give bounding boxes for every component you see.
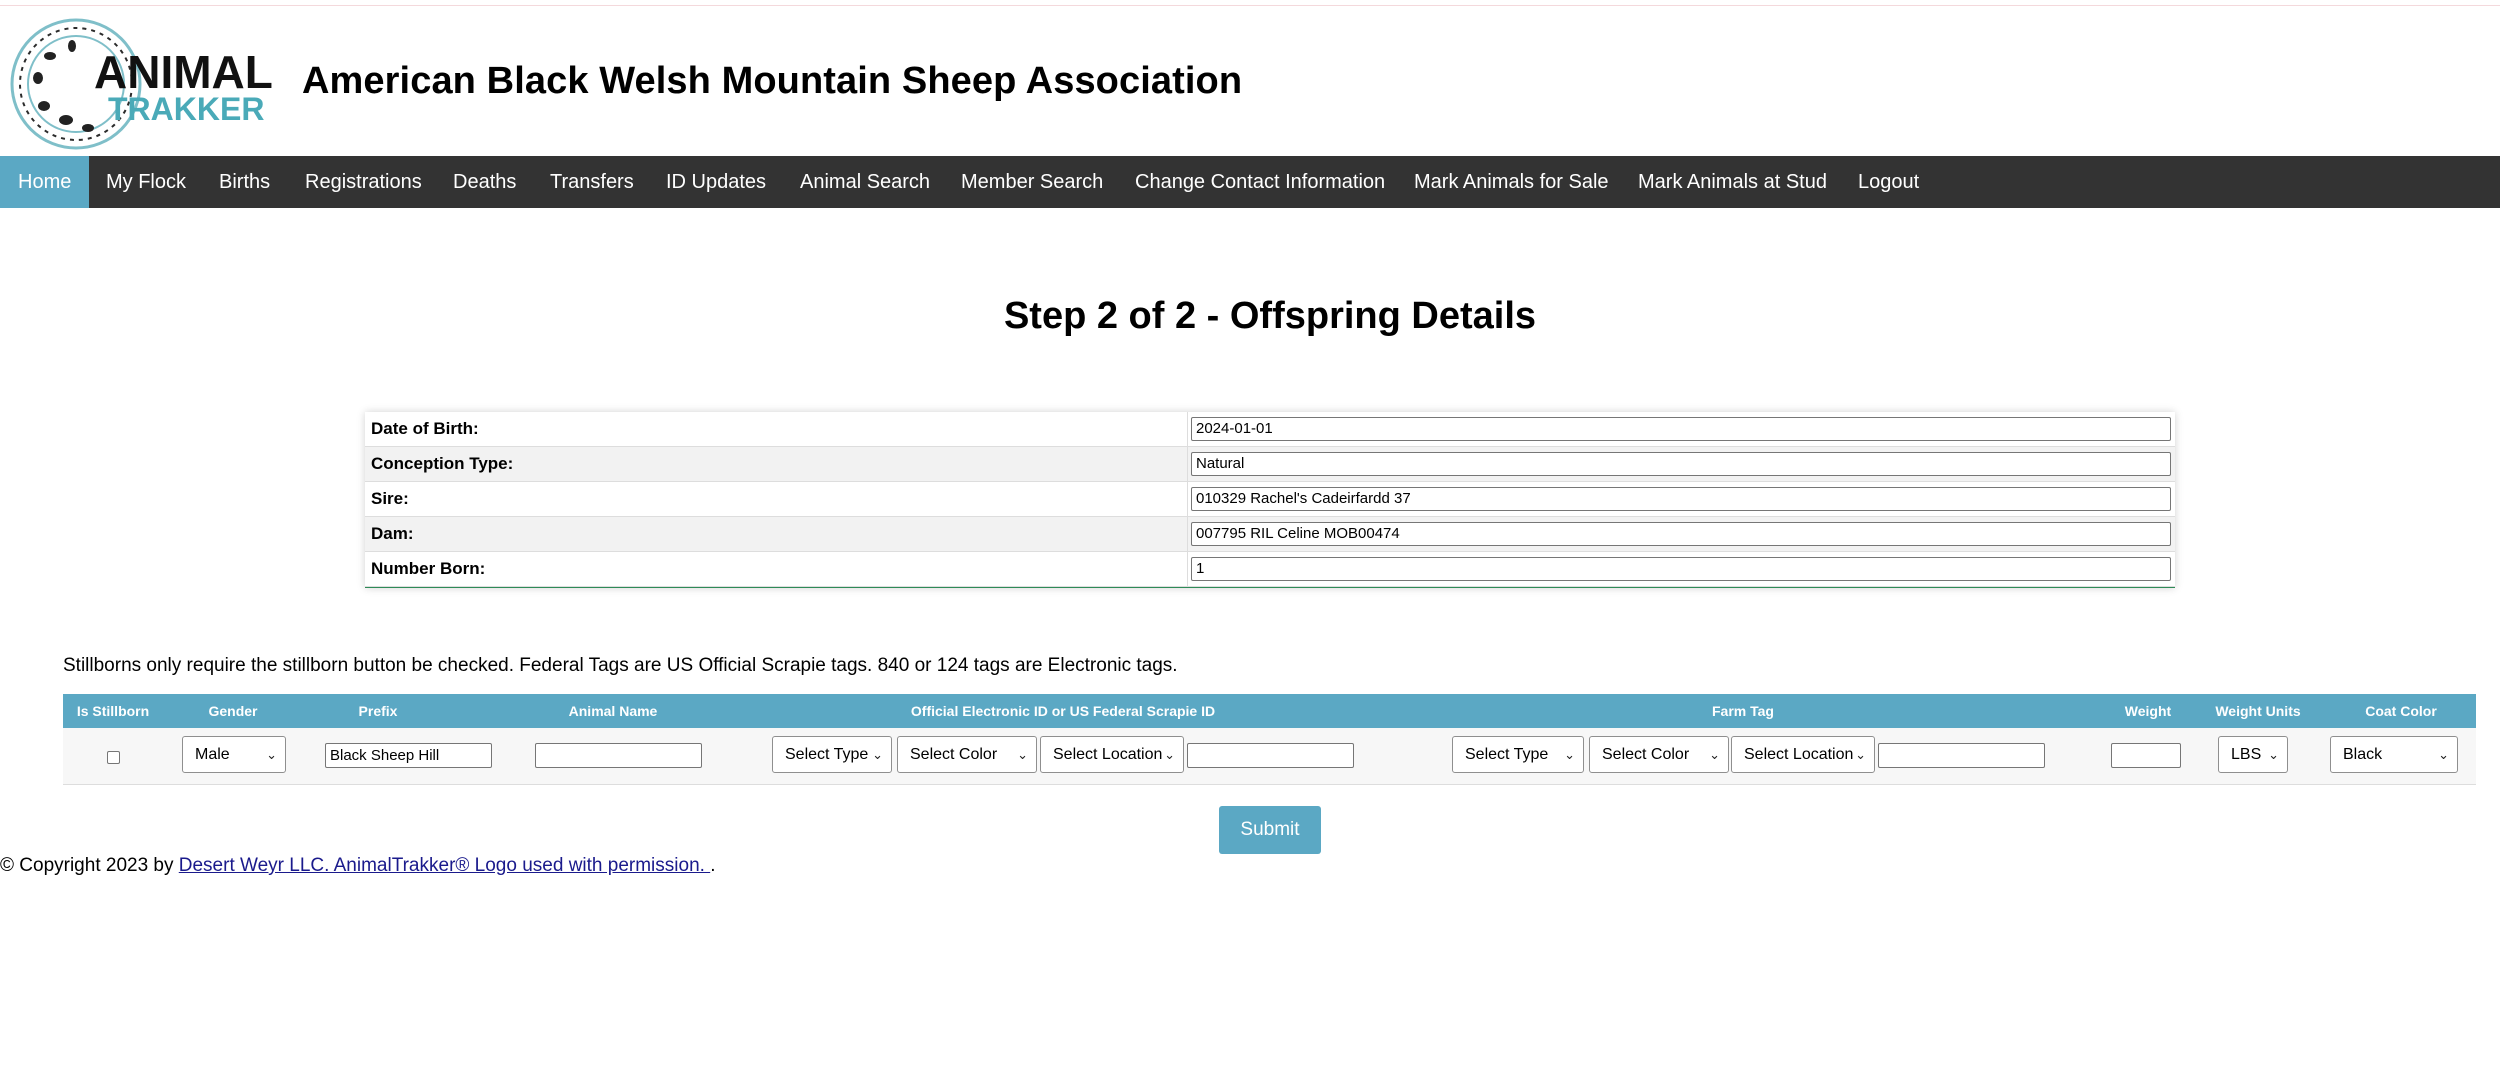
offspring-row: Male ⌄ Black Sheep Hill Select Type ⌄ Se… [63, 728, 2476, 785]
farm-tag-type-value: Select Type [1465, 746, 1549, 763]
chevron-down-icon: ⌄ [1564, 747, 1575, 762]
conception-type-field[interactable]: Natural [1191, 452, 2171, 476]
summary-row-date-of-birth: Date of Birth: 2024-01-01 [365, 412, 2175, 447]
dam-field[interactable]: 007795 RIL Celine MOB00474 [1191, 522, 2171, 546]
animaltrakker-logo: ANIMAL TRAKKER [10, 18, 273, 150]
date-of-birth-field[interactable]: 2024-01-01 [1191, 417, 2171, 441]
official-id-location-select[interactable]: Select Location ⌄ [1040, 736, 1184, 773]
stillborn-checkbox[interactable] [107, 751, 120, 764]
site-title: American Black Welsh Mountain Sheep Asso… [302, 60, 1243, 102]
farm-tag-location-select[interactable]: Select Location ⌄ [1731, 736, 1875, 773]
logo-text-trakker: TRAKKER [108, 91, 264, 127]
copyright-text: © Copyright 2023 by [0, 855, 179, 876]
chevron-down-icon: ⌄ [872, 747, 883, 762]
summary-label: Sire: [371, 489, 409, 508]
summary-row-number-born: Number Born: 1 [365, 552, 2175, 587]
weight-input[interactable] [2111, 743, 2181, 768]
chevron-down-icon: ⌄ [2268, 747, 2279, 762]
nav-births[interactable]: Births [201, 156, 288, 208]
chevron-down-icon: ⌄ [1709, 747, 1720, 762]
nav-mark-animals-for-sale[interactable]: Mark Animals for Sale [1396, 156, 1627, 208]
chevron-down-icon: ⌄ [1164, 747, 1175, 762]
offspring-table-header: Is Stillborn Gender Prefix Animal Name O… [63, 694, 2476, 728]
nav-deaths[interactable]: Deaths [435, 156, 534, 208]
animal-name-input[interactable] [535, 743, 702, 768]
summary-row-conception-type: Conception Type: Natural [365, 447, 2175, 482]
gender-value: Male [195, 746, 230, 763]
nav-member-search[interactable]: Member Search [943, 156, 1121, 208]
farm-tag-type-select[interactable]: Select Type ⌄ [1452, 736, 1584, 773]
footer-copyright: © Copyright 2023 by Desert Weyr LLC. Ani… [0, 855, 715, 877]
summary-row-sire: Sire: 010329 Rachel's Cadeirfardd 37 [365, 482, 2175, 517]
tag-instructions: Stillborns only require the stillborn bu… [63, 655, 1178, 676]
farm-tag-number-input[interactable] [1878, 743, 2045, 768]
col-is-stillborn: Is Stillborn [76, 703, 150, 719]
chevron-down-icon: ⌄ [2438, 747, 2449, 762]
page-title: Step 2 of 2 - Offspring Details [1003, 295, 1537, 337]
weight-units-value: LBS [2231, 746, 2262, 763]
col-coat-color: Coat Color [2365, 703, 2437, 719]
top-border-line [0, 5, 2500, 6]
nav-id-updates[interactable]: ID Updates [648, 156, 784, 208]
official-id-color-value: Select Color [910, 746, 998, 763]
col-prefix: Prefix [358, 703, 398, 719]
summary-divider [1187, 517, 1188, 551]
summary-row-dam: Dam: 007795 RIL Celine MOB00474 [365, 517, 2175, 552]
col-animal-name: Animal Name [568, 703, 658, 719]
weight-units-select[interactable]: LBS ⌄ [2218, 736, 2288, 773]
farm-tag-location-value: Select Location [1744, 746, 1854, 763]
summary-label: Date of Birth: [371, 419, 479, 438]
nav-logout[interactable]: Logout [1840, 156, 1937, 208]
farm-tag-color-select[interactable]: Select Color ⌄ [1589, 736, 1729, 773]
nav-change-contact-information[interactable]: Change Contact Information [1117, 156, 1403, 208]
site-header: ANIMAL TRAKKER American Black Welsh Moun… [0, 10, 2500, 156]
desert-weyr-link[interactable]: Desert Weyr LLC. AnimalTrakker® Logo use… [179, 855, 710, 876]
nav-registrations[interactable]: Registrations [287, 156, 440, 208]
main-nav: Home My Flock Births Registrations Death… [0, 156, 2500, 208]
gender-select[interactable]: Male ⌄ [182, 736, 286, 773]
farm-tag-color-value: Select Color [1602, 746, 1690, 763]
sire-field[interactable]: 010329 Rachel's Cadeirfardd 37 [1191, 487, 2171, 511]
submit-button[interactable]: Submit [1219, 806, 1321, 854]
copyright-suffix: . [710, 855, 716, 876]
coat-color-select[interactable]: Black ⌄ [2330, 736, 2458, 773]
chevron-down-icon: ⌄ [1017, 747, 1028, 762]
official-id-number-input[interactable] [1187, 743, 1354, 768]
prefix-input[interactable]: Black Sheep Hill [325, 743, 492, 768]
chevron-down-icon: ⌄ [266, 747, 277, 762]
col-weight: Weight [2124, 703, 2172, 719]
official-id-type-select[interactable]: Select Type ⌄ [772, 736, 892, 773]
nav-transfers[interactable]: Transfers [532, 156, 652, 208]
number-born-field[interactable]: 1 [1191, 557, 2171, 581]
col-gender: Gender [208, 703, 258, 719]
summary-label: Conception Type: [371, 454, 514, 473]
nav-home[interactable]: Home [0, 156, 90, 208]
col-farm-tag: Farm Tag [1712, 703, 1774, 719]
nav-animal-search[interactable]: Animal Search [782, 156, 948, 208]
official-id-color-select[interactable]: Select Color ⌄ [897, 736, 1037, 773]
birth-summary-table: Date of Birth: 2024-01-01 Conception Typ… [365, 412, 2175, 588]
official-id-location-value: Select Location [1053, 746, 1163, 763]
nav-mark-animals-at-stud[interactable]: Mark Animals at Stud [1620, 156, 1845, 208]
summary-divider [1187, 482, 1188, 516]
coat-color-value: Black [2343, 746, 2383, 763]
official-id-type-value: Select Type [785, 746, 869, 763]
nav-my-flock[interactable]: My Flock [88, 156, 204, 208]
summary-divider [1187, 552, 1188, 586]
col-official-id: Official Electronic ID or US Federal Scr… [910, 703, 1216, 719]
summary-label: Dam: [371, 524, 414, 543]
summary-label: Number Born: [371, 559, 486, 578]
chevron-down-icon: ⌄ [1855, 747, 1866, 762]
col-weight-units: Weight Units [2215, 703, 2301, 719]
summary-divider [1187, 447, 1188, 481]
offspring-table: Is Stillborn Gender Prefix Animal Name O… [63, 694, 2476, 786]
summary-divider [1187, 412, 1188, 446]
